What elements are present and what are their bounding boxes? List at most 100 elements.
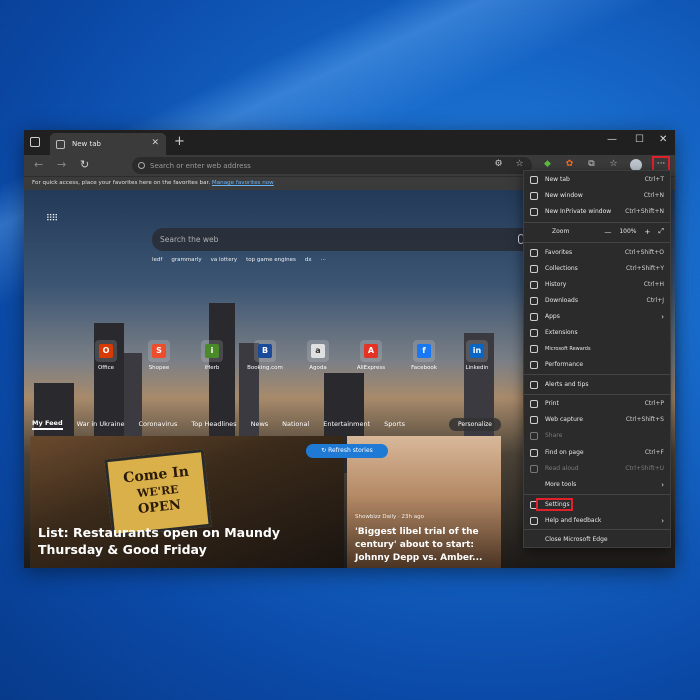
feed-tab[interactable]: War in Ukraine bbox=[77, 420, 125, 428]
menu-item-apps[interactable]: Apps › bbox=[524, 309, 670, 324]
news-card-restaurants[interactable]: Come In WE'RE OPEN List: Restaurants ope… bbox=[30, 436, 344, 568]
news-card-title[interactable]: List: Restaurants open on Maundy Thursda… bbox=[38, 524, 338, 558]
menu-item-favorites[interactable]: Favorites Ctrl+Shift+O bbox=[524, 245, 670, 260]
minimize-button[interactable]: — bbox=[607, 134, 617, 145]
trending-chip[interactable]: top game engines bbox=[246, 257, 296, 263]
quick-link-shopee[interactable]: S Shopee bbox=[137, 340, 181, 371]
print-icon bbox=[530, 399, 538, 408]
menu-item-extensions[interactable]: Extensions bbox=[524, 325, 670, 340]
find-icon bbox=[530, 448, 538, 457]
menu-item-performance[interactable]: Performance bbox=[524, 357, 670, 372]
inprivate-icon bbox=[530, 207, 538, 216]
extension-orange-icon[interactable]: ✿ bbox=[564, 159, 575, 170]
trending-chip[interactable]: va lottery bbox=[211, 257, 237, 263]
zoom-in-button[interactable]: + bbox=[645, 228, 651, 236]
web-capture-icon bbox=[530, 415, 538, 424]
read-view-icon[interactable]: ⚙ bbox=[493, 159, 504, 170]
trending-chip[interactable]: dx bbox=[305, 257, 312, 263]
maximize-button[interactable]: ☐ bbox=[635, 134, 644, 145]
menu-separator bbox=[524, 494, 670, 495]
trending-more[interactable]: ··· bbox=[321, 257, 326, 263]
new-window-icon bbox=[530, 191, 538, 200]
menu-item-web-capture[interactable]: Web capture Ctrl+Shift+S bbox=[524, 412, 670, 427]
quick-link-booking[interactable]: B Booking.com bbox=[243, 340, 287, 371]
apps-icon bbox=[530, 312, 538, 321]
feed-tab-my-feed[interactable]: My Feed bbox=[32, 419, 63, 430]
news-card-title[interactable]: 'Biggest libel trial of the century' abo… bbox=[355, 526, 495, 565]
menu-separator bbox=[524, 374, 670, 375]
linkedin-icon: in bbox=[466, 340, 488, 362]
download-icon bbox=[530, 296, 538, 305]
quick-link-label: Facebook bbox=[411, 365, 437, 371]
chevron-right-icon: › bbox=[661, 480, 664, 489]
favorites-icon[interactable]: ☆ bbox=[608, 159, 619, 170]
feed-tab[interactable]: Coronavirus bbox=[138, 420, 177, 428]
trending-chip[interactable]: grammarly bbox=[171, 257, 201, 263]
extension-green-icon[interactable]: ◆ bbox=[542, 159, 553, 170]
menu-item-close-edge[interactable]: Close Microsoft Edge bbox=[524, 532, 670, 547]
close-edge-icon bbox=[530, 536, 538, 544]
title-bar: New tab ✕ + — ☐ ✕ bbox=[24, 130, 675, 155]
manage-favorites-link[interactable]: Manage favorites now bbox=[212, 180, 274, 186]
agoda-icon: a bbox=[307, 340, 329, 362]
menu-item-find-on-page[interactable]: Find on page Ctrl+F bbox=[524, 445, 670, 460]
quick-link-label: iHerb bbox=[204, 365, 220, 371]
fullscreen-icon[interactable]: ⤢ bbox=[658, 227, 664, 236]
favorites-icon bbox=[530, 248, 538, 257]
menu-item-read-aloud: Read aloud Ctrl+Shift+U bbox=[524, 461, 670, 476]
trending-chip[interactable]: ledf bbox=[152, 257, 162, 263]
feed-tab[interactable]: Sports bbox=[384, 420, 405, 428]
chevron-right-icon: › bbox=[661, 312, 664, 321]
menu-item-zoom: Zoom — 100% + ⤢ bbox=[552, 227, 664, 236]
refresh-icon[interactable]: ↻ bbox=[80, 158, 89, 171]
app-launcher-icon[interactable]: ⠿⠿ bbox=[46, 214, 58, 224]
menu-item-microsoft-rewards[interactable]: Microsoft Rewards bbox=[524, 341, 670, 356]
menu-item-new-window[interactable]: New window Ctrl+N bbox=[524, 188, 670, 203]
more-tools-icon bbox=[530, 481, 538, 489]
quick-link-agoda[interactable]: a Agoda bbox=[296, 340, 340, 371]
zoom-out-button[interactable]: — bbox=[604, 228, 611, 236]
tab-actions-icon[interactable] bbox=[30, 137, 40, 147]
help-icon bbox=[530, 516, 538, 525]
menu-item-new-inprivate-window[interactable]: New InPrivate window Ctrl+Shift+N bbox=[524, 204, 670, 219]
menu-item-print[interactable]: Print Ctrl+P bbox=[524, 396, 670, 411]
web-search-box[interactable]: Search the web bbox=[152, 228, 552, 251]
quick-link-office[interactable]: O Office bbox=[84, 340, 128, 371]
menu-item-help-and-feedback[interactable]: Help and feedback › bbox=[524, 513, 670, 528]
menu-item-collections[interactable]: Collections Ctrl+Shift+Y bbox=[524, 261, 670, 276]
personalize-button[interactable]: Personalize bbox=[449, 418, 501, 431]
feed-tab[interactable]: Top Headlines bbox=[191, 420, 236, 428]
back-icon[interactable]: ← bbox=[34, 158, 43, 171]
tab-close-icon[interactable]: ✕ bbox=[151, 138, 159, 148]
refresh-stories-button[interactable]: ↻ Refresh stories bbox=[306, 444, 388, 458]
rewards-icon bbox=[530, 344, 538, 353]
feed-tab[interactable]: News bbox=[251, 420, 269, 428]
history-icon bbox=[530, 280, 538, 289]
quick-link-facebook[interactable]: f Facebook bbox=[402, 340, 446, 371]
close-window-button[interactable]: ✕ bbox=[659, 134, 667, 145]
trending-searches: ledf grammarly va lottery top game engin… bbox=[152, 257, 326, 263]
quick-link-aliexpress[interactable]: A AliExpress bbox=[349, 340, 393, 371]
tab-new-tab[interactable]: New tab ✕ bbox=[50, 133, 166, 155]
menu-separator bbox=[524, 529, 670, 530]
menu-item-history[interactable]: History Ctrl+H bbox=[524, 277, 670, 292]
favorite-star-icon[interactable]: ☆ bbox=[514, 159, 525, 170]
menu-item-alerts-and-tips[interactable]: Alerts and tips bbox=[524, 377, 670, 392]
extensions-icon[interactable]: ⧉ bbox=[586, 159, 597, 170]
quick-link-iherb[interactable]: i iHerb bbox=[190, 340, 234, 371]
favorites-bar-text: For quick access, place your favorites h… bbox=[32, 180, 211, 186]
menu-separator bbox=[524, 394, 670, 395]
new-tab-button[interactable]: + bbox=[174, 134, 185, 149]
menu-item-downloads[interactable]: Downloads Ctrl+J bbox=[524, 293, 670, 308]
quick-link-linkedin[interactable]: in Linkedin bbox=[455, 340, 499, 371]
address-bar[interactable]: Search or enter web address bbox=[132, 157, 532, 174]
search-icon bbox=[138, 162, 145, 169]
bell-icon bbox=[530, 380, 538, 389]
new-tab-icon bbox=[530, 175, 538, 184]
menu-item-new-tab[interactable]: New tab Ctrl+T bbox=[524, 172, 670, 187]
menu-item-more-tools[interactable]: More tools › bbox=[524, 477, 670, 492]
forward-icon[interactable]: → bbox=[57, 158, 66, 171]
feed-tab[interactable]: Entertainment bbox=[323, 420, 370, 428]
feed-tab[interactable]: National bbox=[282, 420, 309, 428]
shopee-icon: S bbox=[148, 340, 170, 362]
